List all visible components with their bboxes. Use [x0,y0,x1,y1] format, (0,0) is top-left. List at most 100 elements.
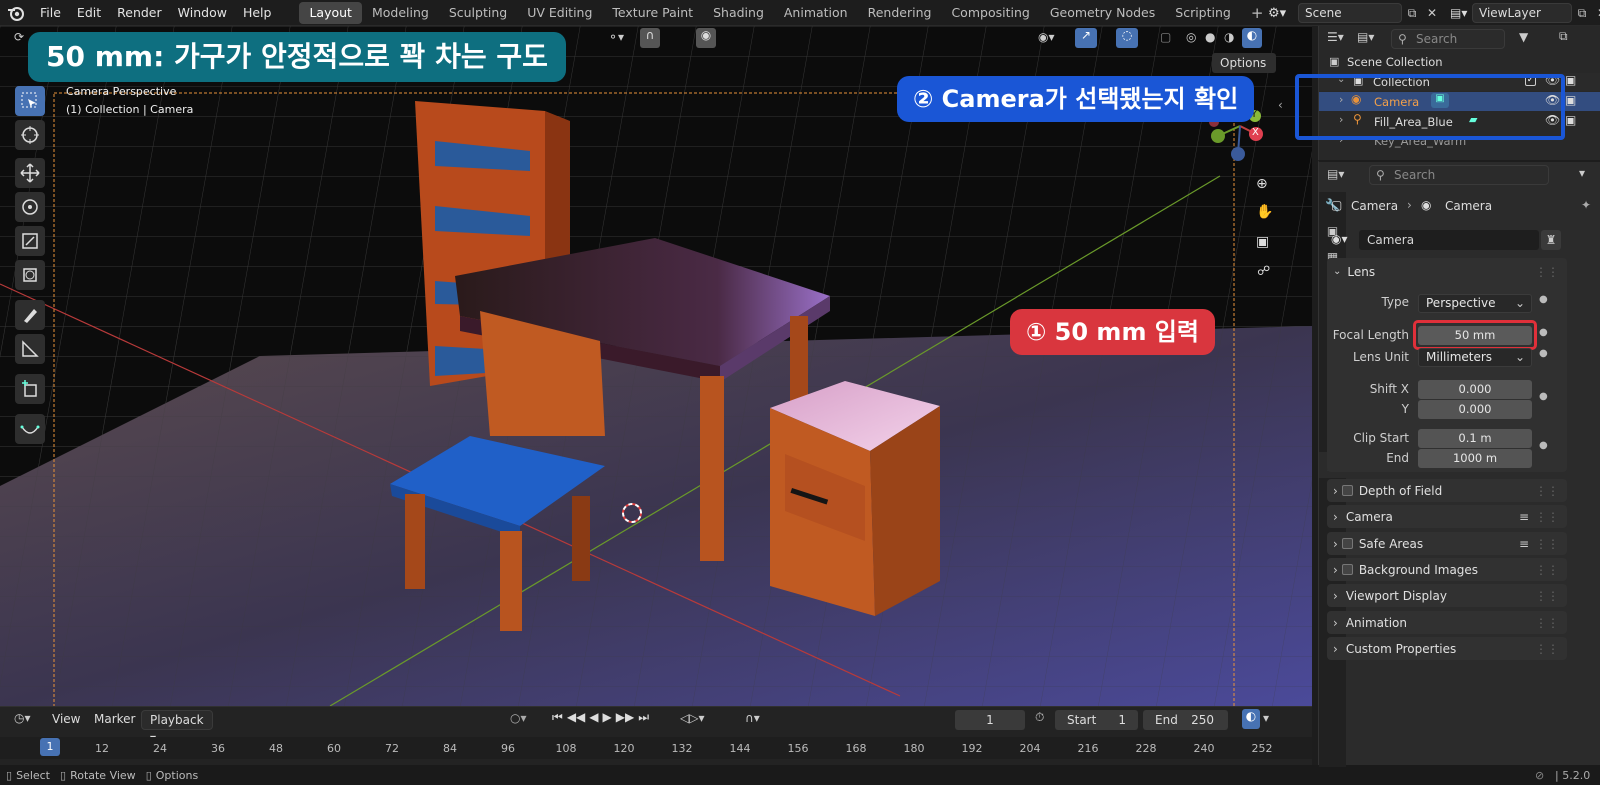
fill-render-icon[interactable]: ▣ [1565,113,1576,127]
background-images-checkbox[interactable] [1341,564,1353,575]
wireframe-shading-icon[interactable]: ◎ [1186,30,1196,44]
record-icon[interactable]: ○▾ [510,711,527,725]
scale-tool[interactable] [15,226,45,256]
properties-editor[interactable]: ▤▾ ⚲ Search ▾ 🔧 ▣ ▦ ▤ ◉ ● ▣ ▢ ◉ ☍ ▣ ⌄ ▢ … [1318,160,1600,767]
play-reverse-icon[interactable]: ◀ [589,710,598,725]
cursor-tool[interactable] [15,120,45,150]
tab-shading[interactable]: Shading [703,2,774,24]
rotate-tool[interactable] [15,192,45,222]
view-layer-selector[interactable]: ViewLayer [1472,3,1572,23]
new-view-layer-icon[interactable]: ⧉ [1572,6,1592,21]
prev-keyframe-icon[interactable]: ◀◀ [567,710,585,725]
outliner-filter-icon[interactable]: ▼ [1519,30,1528,44]
outliner-display-mode-icon[interactable]: ▤▾ [1357,30,1374,44]
view-layer-icon[interactable]: ▤▾ [1450,6,1472,20]
options-dropdown[interactable]: Options ▾ [1212,53,1276,90]
tab-sculpting[interactable]: Sculpting [439,2,517,24]
drag-handle-icon[interactable]: ⋮⋮ [1535,563,1559,577]
outliner-new-collection-icon[interactable]: ⧉ [1559,29,1568,44]
curve-tool[interactable] [15,414,45,444]
drag-handle-icon[interactable]: ⋮⋮ [1535,510,1559,524]
safe-areas-checkbox[interactable] [1341,538,1353,549]
collection-visibility-icon[interactable]: 👁 [1545,73,1560,87]
drag-handle-icon[interactable]: ⋮⋮ [1535,265,1559,279]
outliner-row-fill-area[interactable]: › ⚲ Fill_Area_Blue ▰ 👁 ▣ [1319,112,1600,131]
menu-file[interactable]: File [32,0,69,26]
menu-window[interactable]: Window [170,0,235,26]
select-box-tool[interactable] [15,86,45,116]
dof-checkbox[interactable] [1341,485,1353,496]
keyframe-dot-icon[interactable]: ● [1539,294,1548,305]
tab-scripting[interactable]: Scripting [1165,2,1241,24]
camera-render-icon[interactable]: ▣ [1565,93,1576,107]
fake-user-shield-icon[interactable]: ♜ [1541,230,1561,250]
transform-tool[interactable] [15,260,45,290]
safe-areas-panel[interactable]: › Safe Areas ≡ ⋮⋮ [1327,532,1567,555]
timeline-menu-view[interactable]: View [52,712,80,726]
editor-type-icon[interactable]: ⟳ [14,30,24,44]
play-icon[interactable]: ▶ [603,710,612,725]
camera-visibility-icon[interactable]: 👁 [1545,93,1560,107]
new-scene-icon[interactable]: ⧉ [1402,6,1422,21]
annotate-tool[interactable] [15,300,45,330]
drag-handle-icon[interactable]: ⋮⋮ [1535,484,1559,498]
keyframe-dot-icon[interactable]: ● [1539,327,1548,338]
jump-end-icon[interactable]: ⏭ [638,710,649,725]
drag-handle-icon[interactable]: ⋮⋮ [1535,589,1559,603]
rendered-shading-icon[interactable]: ◐ [1242,28,1262,48]
expand-arrow-icon[interactable]: › [1339,133,1343,146]
outliner-row-key-area[interactable]: › Key_Area_Warm [1319,132,1600,150]
blender-logo-icon[interactable] [0,5,32,21]
timeline-overlay-icon[interactable]: ◐ [1242,709,1260,729]
collapse-arrow-icon[interactable]: ⌄ [1337,74,1345,85]
menu-render[interactable]: Render [109,0,170,26]
drag-handle-icon[interactable]: ⋮⋮ [1535,642,1559,656]
keyframe-dot-icon[interactable]: ● [1539,391,1548,402]
stopwatch-icon[interactable]: ⏱ [1035,710,1044,725]
menu-help[interactable]: Help [235,0,280,26]
datablock-type-icon[interactable]: ◉▾ [1331,232,1348,246]
scene-collection-label[interactable]: Scene Collection [1347,55,1443,69]
proportional-edit-icon[interactable]: ◉ [696,28,716,48]
clip-end-field[interactable]: 1000 m [1418,449,1532,468]
scene-selector[interactable]: Scene [1298,3,1402,23]
keyframe-dot-icon[interactable]: ● [1539,440,1548,451]
zoom-icon[interactable]: ⊕ [1256,176,1268,192]
overlay-toggle-icon[interactable]: ◌ [1116,28,1138,48]
background-images-panel[interactable]: › Background Images ⋮⋮ [1327,558,1567,581]
collapse-sidebar-icon[interactable]: ‹ [1278,98,1283,112]
solid-shading-icon[interactable]: ● [1205,30,1215,44]
lens-type-select[interactable]: Perspective ⌄ [1418,294,1532,313]
drag-handle-icon[interactable]: ⋮⋮ [1535,616,1559,630]
auto-key-icon[interactable]: ∩▾ [745,711,760,725]
tab-compositing[interactable]: Compositing [941,2,1039,24]
start-frame-field[interactable]: Start 1 [1055,710,1138,730]
custom-properties-panel[interactable]: › Custom Properties ⋮⋮ [1327,637,1567,660]
timeline-editor[interactable]: ◷▾ View Marker Playback ▾ ○▾ ⏮ ◀◀ ◀ ▶ ▶▶… [0,706,1312,765]
visibility-icon[interactable]: ◉▾ [1038,30,1055,44]
expand-arrow-icon[interactable]: › [1339,93,1343,106]
datablock-name-field[interactable]: Camera [1359,230,1539,250]
presets-icon[interactable]: ≡ [1519,510,1529,524]
lens-panel-header[interactable]: ⌄ Lens ⋮⋮ [1327,260,1567,283]
3d-viewport[interactable]: ⟳ ◉▾ ↗ ◌ ▢ ◎ ● ◑ ◐ ∩ ◉ ⚬▾ Options ▾ Came… [0,26,1312,706]
menu-edit[interactable]: Edit [69,0,109,26]
tab-uv-editing[interactable]: UV Editing [517,2,602,24]
scene-icon[interactable]: ⚙▾ [1268,6,1298,21]
outliner[interactable]: ☰▾ ▤▾ ⚲ Search ▼ ⧉ ▣ Scene Collection ⌄ … [1295,26,1600,160]
clip-start-field[interactable]: 0.1 m [1418,429,1532,448]
tab-geometry-nodes[interactable]: Geometry Nodes [1040,2,1165,24]
fill-visibility-icon[interactable]: 👁 [1545,113,1560,127]
pin-icon[interactable]: ✦ [1581,198,1591,212]
tab-rendering[interactable]: Rendering [858,2,942,24]
lock-icon[interactable]: ☍ [1257,264,1270,279]
current-frame-field[interactable]: 1 [955,710,1025,730]
outliner-search-input[interactable]: ⚲ Search [1391,29,1505,49]
timeline-playback-menu[interactable]: Playback ▾ [141,710,213,745]
outliner-row-collection[interactable]: ⌄ ▣ Collection ✓ 👁 ▣ [1319,73,1600,91]
add-cube-tool[interactable] [15,374,45,404]
delete-scene-icon[interactable]: ✕ [1422,6,1442,20]
playhead[interactable]: 1 [40,738,60,756]
material-shading-icon[interactable]: ◑ [1224,30,1234,44]
frame-ruler[interactable] [0,737,1312,759]
